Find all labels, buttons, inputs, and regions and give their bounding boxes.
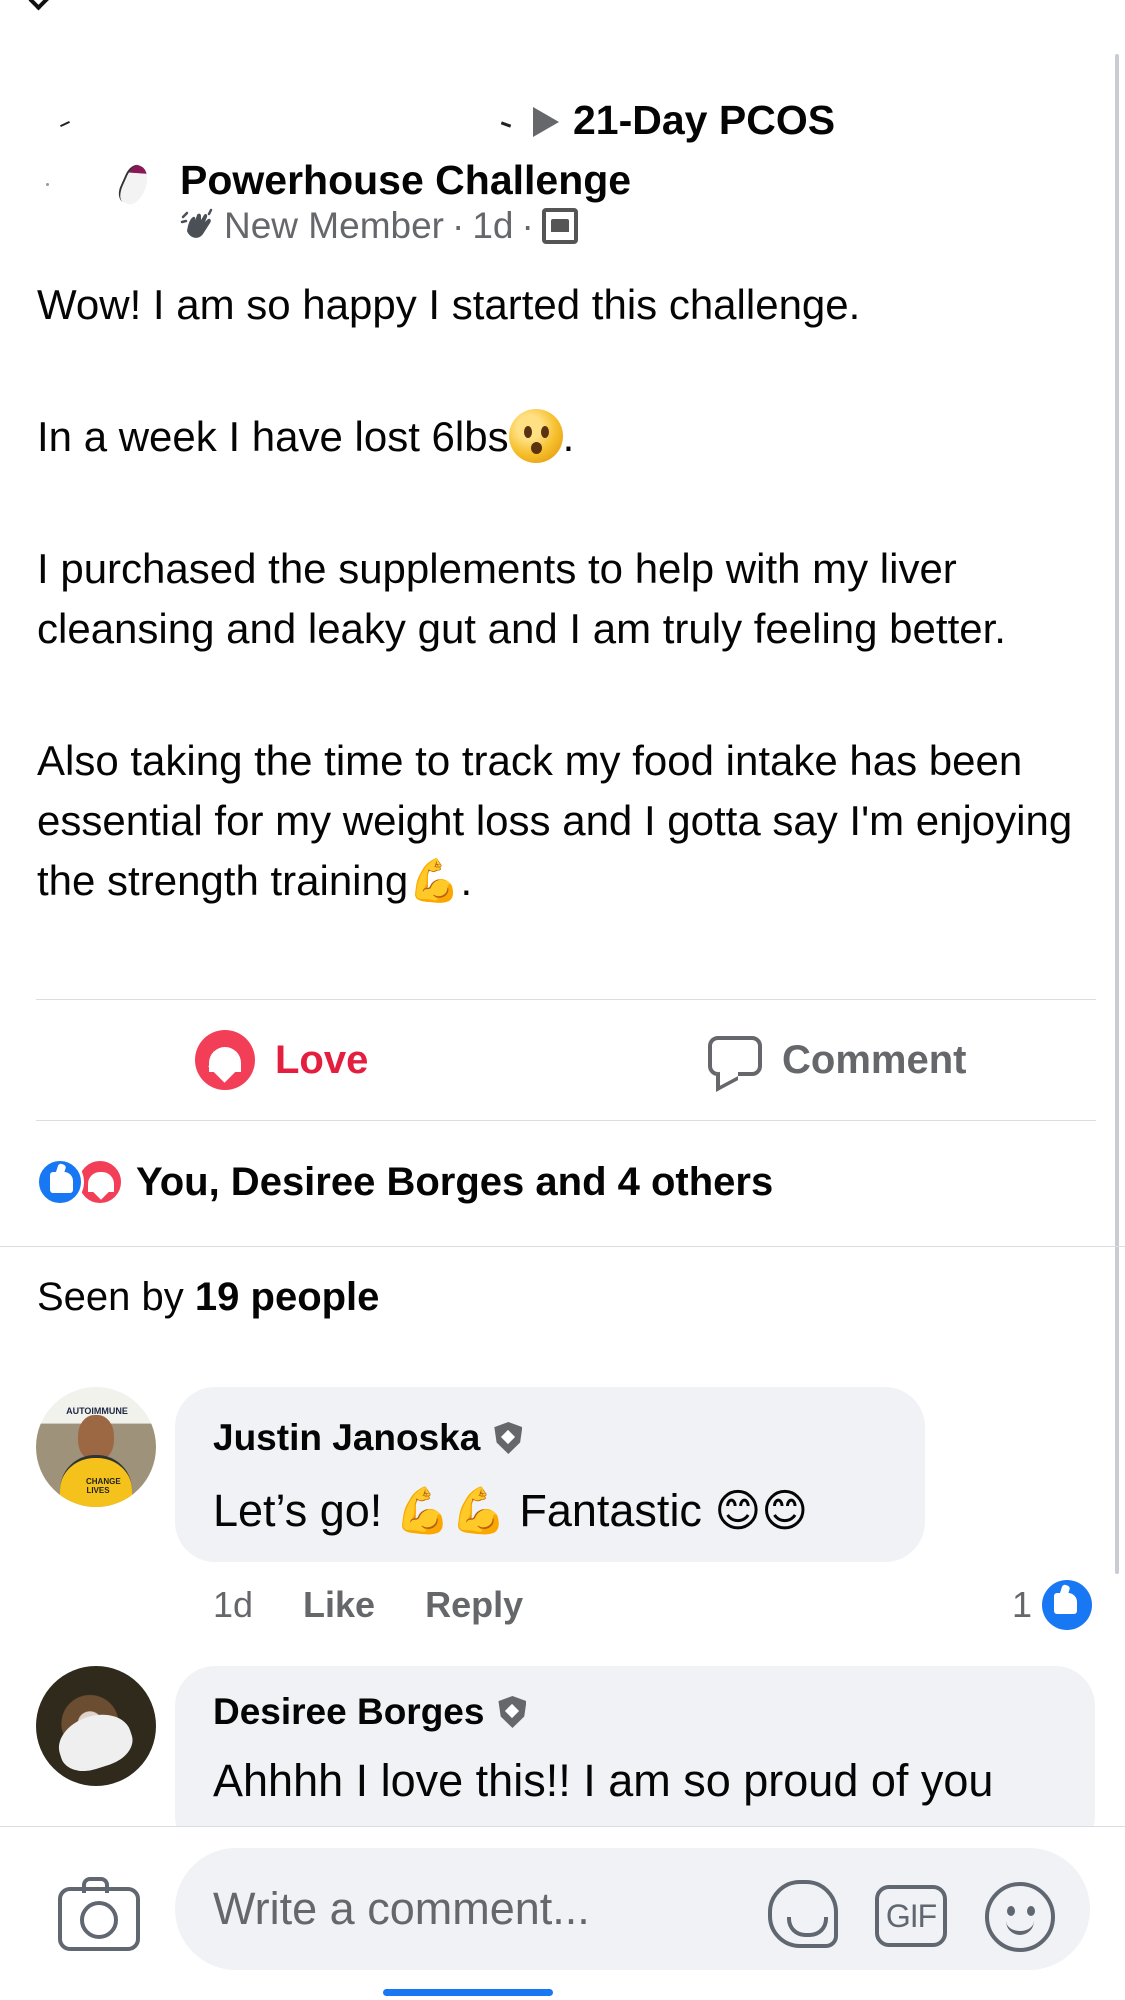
love-reaction-icon — [195, 1030, 255, 1090]
gif-icon[interactable]: GIF — [875, 1885, 947, 1947]
like-reaction-icon — [36, 1158, 84, 1206]
post-paragraph: I purchased the supplements to help with… — [37, 545, 1006, 652]
avatar-detail — [114, 161, 154, 209]
emoji-icon[interactable] — [985, 1882, 1055, 1952]
avatar[interactable]: AUTOIMMUNE CHANGE LIVES — [36, 1387, 156, 1507]
heart-icon — [88, 1172, 114, 1192]
meta-separator: · — [452, 205, 465, 246]
comment-time[interactable]: 1d — [213, 1584, 253, 1626]
thumb-icon — [1054, 1593, 1078, 1614]
seen-people-count: 19 people — [194, 1275, 380, 1319]
post-time[interactable]: 1d — [472, 205, 513, 247]
seen-count[interactable]: Seen by 19 people — [37, 1275, 379, 1320]
comment-input[interactable] — [175, 1848, 1090, 1970]
group-title-line-1[interactable]: 21-Day PCOS — [533, 90, 835, 150]
seen-prefix: Seen by — [37, 1275, 184, 1319]
comment-author[interactable]: Desiree Borges — [213, 1691, 527, 1733]
sticker-icon[interactable] — [768, 1880, 838, 1948]
avatar[interactable] — [36, 1666, 156, 1786]
like-comment-button[interactable]: Like — [303, 1584, 375, 1626]
admin-shield-icon — [494, 1422, 523, 1454]
meta-separator: · — [521, 205, 534, 246]
camera-icon[interactable] — [58, 1877, 140, 1951]
shocked-face-icon — [508, 409, 563, 463]
right-arrow-icon — [533, 107, 559, 137]
comment-text: Ahhhh I love this!! I am so proud of you — [213, 1755, 994, 1806]
reply-button[interactable]: Reply — [425, 1584, 523, 1626]
reaction-summary-text: You, Desiree Borges and 4 others — [136, 1159, 774, 1204]
scrollbar[interactable] — [1115, 54, 1119, 1574]
reaction-summary[interactable]: You, Desiree Borges and 4 others — [36, 1155, 773, 1209]
avatar-detail — [500, 121, 512, 128]
strength-icon: 💪 — [408, 856, 461, 905]
avatar-detail — [46, 183, 49, 186]
divider — [36, 1120, 1096, 1121]
love-button[interactable]: Love — [195, 1030, 368, 1090]
avatar-badge: CHANGE LIVES — [86, 1477, 121, 1495]
comment-icon — [708, 1036, 762, 1084]
member-badge: New Member — [224, 205, 444, 246]
post-body: Wow! I am so happy I started this challe… — [37, 275, 1097, 911]
group-members-icon — [541, 208, 578, 244]
camera-top — [82, 1877, 109, 1893]
back-chevron-icon[interactable] — [28, 0, 56, 11]
post-paragraph-text: In a week I have lost 6lbs — [37, 413, 509, 460]
post-paragraph: Wow! I am so happy I started this challe… — [37, 281, 861, 328]
love-label: Love — [275, 1037, 369, 1082]
comment-author[interactable]: Justin Janoska — [213, 1417, 523, 1459]
comment-author-name[interactable]: Justin Janoska — [213, 1417, 480, 1459]
group-avatar[interactable] — [36, 95, 512, 225]
post-paragraph: In a week I have lost 6lbs. — [37, 407, 1097, 467]
avatar-text: AUTOIMMUNE — [66, 1406, 128, 1416]
home-indicator — [383, 1989, 553, 1996]
comment-bubble[interactable]: Justin Janoska Let’s go! 💪💪 Fantastic 😊😊 — [175, 1387, 925, 1562]
comment-button[interactable]: Comment — [708, 1030, 966, 1090]
comment-author-name[interactable]: Desiree Borges — [213, 1691, 484, 1733]
comment-text: Let’s go! 💪💪 Fantastic 😊😊 — [213, 1485, 809, 1536]
post-paragraph-text: Also taking the time to track my food in… — [37, 737, 1073, 904]
post-paragraph: Also taking the time to track my food in… — [37, 731, 1097, 911]
like-count-text: 1 — [1012, 1584, 1033, 1625]
wave-hand-icon — [180, 208, 213, 238]
group-title-text-1[interactable]: 21-Day PCOS — [573, 97, 835, 143]
thumb-icon — [50, 1172, 73, 1193]
post-header: 21-Day PCOS Powerhouse Challenge New Mem… — [0, 70, 1125, 260]
like-reaction-icon — [1042, 1580, 1093, 1630]
group-title-line-2[interactable]: Powerhouse Challenge — [180, 150, 631, 210]
comment-actions: 1d Like Reply — [213, 1580, 573, 1630]
avatar-detail — [60, 120, 70, 128]
comment-like-count[interactable]: 1 — [1012, 1580, 1093, 1630]
admin-shield-icon — [498, 1696, 527, 1728]
comment-label: Comment — [782, 1037, 967, 1082]
post-meta: New Member · 1d · — [180, 205, 578, 247]
divider — [36, 999, 1096, 1000]
comment-composer: GIF — [0, 1826, 1125, 2000]
divider — [0, 1246, 1125, 1247]
